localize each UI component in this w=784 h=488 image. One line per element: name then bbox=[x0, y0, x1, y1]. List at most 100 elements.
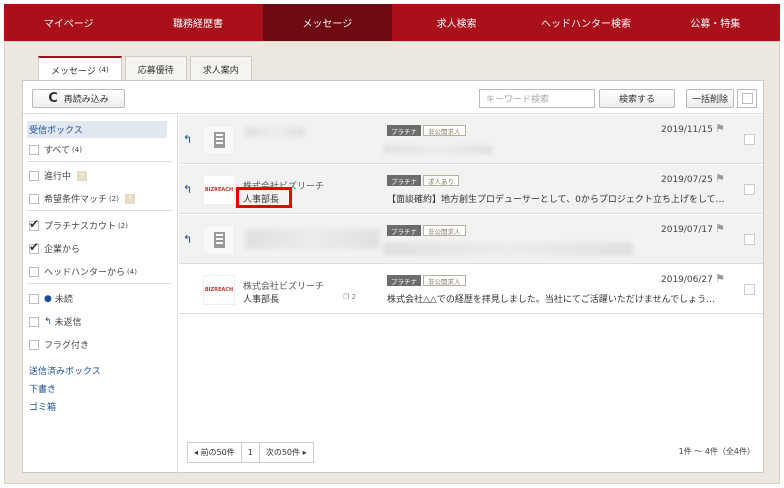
unread-dot-icon: ● bbox=[44, 293, 52, 304]
reload-button[interactable]: C 再読み込み bbox=[32, 89, 125, 108]
content-frame: メッセージ (4) 応募優待 求人案内 C 再読み込み キーワード検索 検索する… bbox=[4, 41, 780, 484]
flag-icon[interactable]: ⚑ bbox=[715, 272, 725, 285]
nav-messages[interactable]: メッセージ bbox=[262, 4, 392, 41]
message-row[interactable]: BIZREACH 株式会社ビズリーチ 人事部長 ❐ 2 プラチナ 非公開求人 株… bbox=[179, 265, 763, 314]
checkbox-checked[interactable] bbox=[29, 217, 39, 231]
sender-title: 人事部長 bbox=[243, 295, 280, 305]
checkbox-box bbox=[742, 93, 753, 104]
sidebar-item-drafts[interactable]: 下書き bbox=[29, 382, 56, 395]
sidebar-item-sent[interactable]: 送信済みボックス bbox=[29, 364, 101, 377]
message-panel: C 再読み込み キーワード検索 検索する 一括削除 受信ボックス すべて (4)… bbox=[22, 80, 764, 473]
sidebar-label: 進行中 bbox=[44, 172, 72, 182]
sidebar-count: (4) bbox=[72, 145, 82, 154]
tag-group: プラチナ 非公開求人 bbox=[387, 225, 468, 236]
row-checkbox[interactable] bbox=[744, 184, 755, 195]
sidebar-item-unread[interactable]: ● 未読 bbox=[29, 292, 73, 305]
tab-application-offers[interactable]: 応募優待 bbox=[124, 56, 187, 81]
bulk-delete-button[interactable]: 一括削除 bbox=[686, 89, 734, 108]
tag-group: プラチナ 非公開求人 bbox=[387, 275, 468, 286]
checkbox[interactable] bbox=[29, 339, 39, 350]
building-shape bbox=[213, 232, 225, 248]
keyword-search-input[interactable]: キーワード検索 bbox=[479, 89, 595, 108]
next-page-button[interactable]: 次の50件 ▸ bbox=[259, 443, 313, 462]
sidebar-label: すべて bbox=[44, 146, 71, 156]
checkbox[interactable] bbox=[29, 170, 39, 181]
next-label: 次の50件 bbox=[265, 448, 301, 457]
message-tabs: メッセージ (4) 応募優待 求人案内 bbox=[38, 56, 255, 82]
company-building-icon bbox=[203, 125, 235, 155]
row-checkbox[interactable] bbox=[744, 134, 755, 145]
checkbox[interactable] bbox=[29, 193, 39, 204]
page-number[interactable]: 1 bbox=[241, 443, 260, 462]
blurred-company bbox=[245, 229, 380, 249]
sidebar-item-flagged[interactable]: フラグ付き bbox=[29, 338, 89, 351]
nav-headhunter-search[interactable]: ヘッドハンター検索 bbox=[521, 4, 650, 41]
message-row[interactable]: ↰ BIZREACH 株式会社ビズリーチ 人事部長 プラチナ 求人あり 【面談確… bbox=[179, 165, 763, 214]
sidebar-item-all[interactable]: すべて (4) bbox=[29, 143, 82, 156]
checkbox[interactable] bbox=[29, 293, 39, 304]
sidebar-label: 未返信 bbox=[54, 318, 82, 328]
message-date: 2019/07/17 bbox=[661, 225, 713, 235]
checkbox[interactable] bbox=[29, 316, 39, 327]
tab-messages[interactable]: メッセージ (4) bbox=[38, 56, 122, 82]
blurred-company bbox=[245, 127, 305, 137]
result-range: 1件 ～ 4件（全4件） bbox=[678, 447, 755, 456]
select-all-checkbox[interactable] bbox=[737, 89, 757, 108]
flag-icon[interactable]: ⚑ bbox=[715, 222, 725, 235]
sidebar-item-in-progress[interactable]: 進行中 ? bbox=[29, 169, 88, 182]
row-checkbox[interactable] bbox=[744, 284, 755, 295]
flag-icon[interactable]: ⚑ bbox=[715, 122, 725, 135]
sidebar-item-unreplied[interactable]: ↰ 未返信 bbox=[29, 315, 82, 328]
nav-resume[interactable]: 職務経歴書 bbox=[133, 4, 262, 41]
message-date: 2019/11/15 bbox=[661, 125, 713, 135]
message-row[interactable]: ↰ プラチナ 非公開求人 2019/11/15 ⚑ bbox=[179, 115, 763, 164]
help-icon[interactable]: ? bbox=[124, 193, 135, 204]
nav-mypage[interactable]: マイページ bbox=[4, 4, 133, 41]
sidebar-item-from-company[interactable]: 企業から bbox=[29, 240, 81, 255]
tab-count: (4) bbox=[98, 66, 109, 74]
company-logo: BIZREACH bbox=[203, 175, 235, 205]
building-shape bbox=[213, 132, 225, 148]
sidebar-label: フラグ付き bbox=[44, 341, 90, 351]
sidebar-item-trash[interactable]: ゴミ箱 bbox=[29, 400, 56, 413]
chevron-right-icon: ▸ bbox=[300, 448, 307, 457]
sidebar-label: 希望条件マッチ bbox=[44, 195, 108, 205]
chat-icon: ❐ bbox=[343, 293, 350, 301]
reply-count: ❐ 2 bbox=[343, 293, 356, 301]
nav-job-search[interactable]: 求人検索 bbox=[392, 4, 521, 41]
sidebar-item-from-headhunter[interactable]: ヘッドハンターから (4) bbox=[29, 265, 137, 278]
flag-icon[interactable]: ⚑ bbox=[715, 172, 725, 185]
blurred-subject bbox=[383, 145, 493, 154]
checkbox[interactable] bbox=[29, 266, 39, 277]
search-button[interactable]: 検索する bbox=[599, 89, 675, 108]
divider bbox=[27, 210, 172, 211]
message-row[interactable]: ↰ プラチナ 非公開求人 2019/07/17 ⚑ bbox=[179, 215, 763, 264]
checkbox-checked[interactable] bbox=[29, 240, 39, 254]
highlight-box bbox=[236, 187, 292, 208]
prev-page-button[interactable]: ◂ 前の50件 bbox=[188, 443, 242, 462]
platinum-tag: プラチナ bbox=[387, 275, 421, 286]
nav-featured[interactable]: 公募・特集 bbox=[651, 4, 780, 41]
row-checkbox[interactable] bbox=[744, 234, 755, 245]
tag-group: プラチナ 非公開求人 bbox=[387, 125, 468, 136]
job-tag: 求人あり bbox=[423, 175, 459, 186]
company-name: 株式会社ビズリーチ bbox=[243, 282, 325, 292]
sidebar-item-platinum-scout[interactable]: プラチナスカウト (2) bbox=[29, 217, 128, 232]
tab-label: 応募優待 bbox=[137, 65, 174, 76]
company-building-icon bbox=[203, 225, 235, 255]
reply-arrow-icon: ↰ bbox=[44, 316, 52, 327]
sidebar-label: ヘッドハンターから bbox=[44, 268, 126, 278]
message-subject: 株式会社△△での経歴を拝見しました。当社にてご活躍いただけませんでしょう… bbox=[387, 295, 716, 305]
message-date: 2019/06/27 bbox=[661, 275, 713, 285]
tab-job-info[interactable]: 求人案内 bbox=[189, 56, 252, 81]
reply-arrow-icon: ↰ bbox=[183, 183, 193, 196]
sidebar-item-condition-match[interactable]: 希望条件マッチ (2) ? bbox=[29, 192, 135, 205]
platinum-tag: プラチナ bbox=[387, 125, 421, 136]
sidebar-label: 企業から bbox=[44, 245, 81, 255]
help-icon[interactable]: ? bbox=[77, 170, 88, 181]
toolbar: C 再読み込み キーワード検索 検索する 一括削除 bbox=[23, 81, 763, 114]
message-subject: 【面談確約】地方創生プロデューサーとして、0からプロジェクト立ち上げをして… bbox=[387, 195, 725, 205]
checkbox[interactable] bbox=[29, 144, 39, 155]
sidebar-item-inbox[interactable]: 受信ボックス bbox=[29, 123, 83, 136]
main-nav: マイページ 職務経歴書 メッセージ 求人検索 ヘッドハンター検索 公募・特集 bbox=[4, 4, 780, 41]
